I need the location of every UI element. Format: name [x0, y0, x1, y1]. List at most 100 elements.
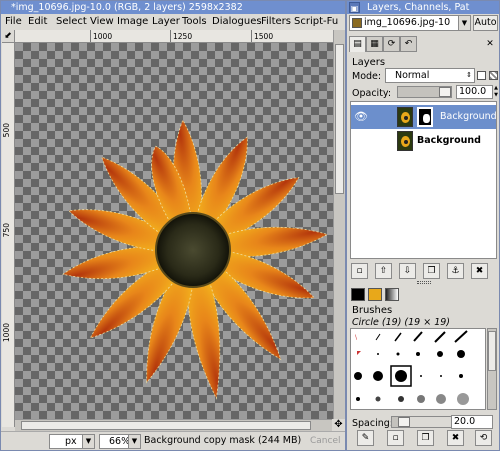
cancel-button[interactable]: Cancel	[310, 434, 341, 449]
quick-mask-toggle[interactable]: ⬋	[2, 30, 15, 43]
zoom-value: 66%	[109, 436, 131, 447]
brush-preview[interactable]	[436, 394, 446, 404]
delete-brush-icon[interactable]: ✖	[447, 430, 464, 446]
vertical-scrollbar[interactable]	[333, 30, 345, 427]
close-icon[interactable]: ✕	[484, 38, 496, 50]
raise-layer-icon[interactable]: ⇧	[375, 263, 392, 279]
brush-preview[interactable]	[437, 351, 443, 357]
opacity-label: Opacity:	[352, 88, 392, 99]
brush-preview[interactable]	[377, 353, 379, 355]
layer-row[interactable]: 👁 Background c	[351, 105, 496, 129]
dock-separator-handle[interactable]	[417, 281, 431, 284]
duplicate-layer-icon[interactable]: ❐	[423, 263, 440, 279]
vertical-ruler[interactable]: 500 750 1000	[2, 43, 15, 427]
brush-preview[interactable]	[373, 371, 383, 381]
window-menu-icon[interactable]: ▣	[349, 2, 360, 13]
image-window: *img_10696.jpg-10.0 (RGB, 2 layers) 2598…	[0, 0, 346, 451]
menu-select[interactable]: Select	[56, 16, 87, 27]
brush-preview[interactable]	[457, 350, 465, 358]
brush-preview[interactable]	[396, 352, 400, 356]
brush-preview[interactable]	[416, 352, 420, 356]
opacity-slider[interactable]	[397, 86, 452, 98]
delete-layer-icon[interactable]: ✖	[471, 263, 488, 279]
new-layer-icon[interactable]: ▫	[351, 263, 368, 279]
brush-row-1: \	[355, 330, 468, 343]
menu-script-fu[interactable]: Script-Fu	[294, 16, 338, 27]
menu-dialogues[interactable]: Dialogues	[212, 16, 262, 27]
menu-filters[interactable]: Filters	[261, 16, 291, 27]
brush-preview[interactable]	[354, 372, 362, 380]
menu-tools[interactable]: Tools	[182, 16, 207, 27]
ruler-tick: 500	[2, 123, 11, 138]
status-text: Background copy mask (244 MB)	[144, 435, 302, 446]
spin-buttons-icon[interactable]: ▲ ▼	[493, 85, 499, 99]
layer-thumbnail[interactable]	[397, 107, 413, 127]
layer-name[interactable]: Background c	[440, 111, 496, 122]
brush-preview[interactable]	[420, 375, 422, 377]
horizontal-scrollbar[interactable]	[15, 419, 333, 431]
image-select[interactable]: img_10696.jpg-10 ▼	[349, 15, 471, 31]
eye-icon[interactable]: 👁	[354, 110, 368, 124]
spacing-label: Spacing:	[352, 418, 393, 429]
unit-select[interactable]: px ▼	[49, 434, 95, 449]
gradient-icon[interactable]	[385, 288, 399, 301]
anchor-layer-icon[interactable]: ⚓	[447, 263, 464, 279]
mode-select[interactable]: Normal ⇕	[385, 68, 475, 83]
paths-icon[interactable]: ⟳	[383, 36, 400, 52]
brush-preview[interactable]	[457, 393, 469, 405]
zoom-select[interactable]: 66% ▼	[99, 434, 141, 449]
layer-name[interactable]: Background	[417, 135, 481, 146]
lower-layer-icon[interactable]: ⇩	[399, 263, 416, 279]
edit-brush-icon[interactable]: ✎	[357, 430, 374, 446]
dock-title: Layers, Channels, Pat	[367, 2, 470, 13]
brush-preview[interactable]	[454, 330, 468, 343]
brush-preview[interactable]	[357, 351, 361, 355]
background-color-swatch[interactable]	[368, 288, 382, 301]
menu-edit[interactable]: Edit	[28, 16, 47, 27]
foreground-color-swatch[interactable]	[351, 288, 365, 301]
brush-preview[interactable]	[434, 331, 446, 343]
brush-preview[interactable]	[413, 331, 423, 342]
brush-preview[interactable]	[375, 333, 381, 341]
brush-preview[interactable]	[394, 332, 402, 342]
menu-image[interactable]: Image	[117, 16, 148, 27]
ruler-tick: 1500	[254, 32, 274, 41]
mode-value: Normal	[395, 70, 430, 81]
layers-button-row: ▫ ⇧ ⇩ ❐ ⚓ ✖	[350, 263, 497, 279]
brush-scrollbar[interactable]	[487, 328, 497, 410]
unit-value: px	[65, 436, 77, 447]
menu-file[interactable]: File	[5, 16, 22, 27]
brush-preview[interactable]	[459, 374, 463, 378]
undo-icon[interactable]: ↶	[400, 36, 417, 52]
preserve-transparency-checkbox[interactable]	[477, 71, 486, 80]
spacing-input[interactable]: 20.0	[451, 415, 493, 429]
brush-preview[interactable]	[375, 396, 381, 402]
lock-alpha-icon[interactable]	[489, 71, 498, 80]
menu-layer[interactable]: Layer	[152, 16, 180, 27]
layer-thumbnail[interactable]	[397, 131, 413, 151]
layer-mask-thumbnail[interactable]	[417, 107, 433, 127]
image-window-titlebar[interactable]: *img_10696.jpg-10.0 (RGB, 2 layers) 2598…	[1, 1, 345, 14]
eye-hidden-icon[interactable]	[354, 134, 368, 148]
channels-icon[interactable]: ▦	[366, 36, 383, 52]
layers-icon[interactable]: ▤	[349, 36, 366, 52]
image-canvas[interactable]	[15, 43, 333, 427]
brush-preview[interactable]: \	[355, 334, 358, 341]
new-brush-icon[interactable]: ▫	[387, 430, 404, 446]
brush-preview[interactable]	[398, 396, 404, 402]
brush-preview[interactable]	[395, 370, 407, 382]
brush-preview[interactable]	[440, 375, 442, 377]
brush-preview[interactable]	[417, 395, 425, 403]
dock-titlebar[interactable]: ▣ Layers, Channels, Pat	[347, 1, 499, 14]
horizontal-ruler[interactable]: 1000 1250 1500	[15, 30, 333, 43]
layers-list: 👁 Background c Background	[350, 101, 497, 259]
layer-row[interactable]: Background	[351, 129, 496, 153]
duplicate-brush-icon[interactable]: ❐	[417, 430, 434, 446]
brush-preview[interactable]	[356, 397, 360, 401]
navigate-icon[interactable]: ✥	[332, 419, 345, 431]
menu-view[interactable]: View	[90, 16, 114, 27]
opacity-input[interactable]: 100.0	[456, 85, 493, 99]
refresh-brushes-icon[interactable]: ⟲	[475, 430, 492, 446]
auto-button[interactable]: Auto	[473, 15, 498, 31]
status-bar: px ▼ 66% ▼ Background copy mask (244 MB)…	[1, 431, 345, 450]
